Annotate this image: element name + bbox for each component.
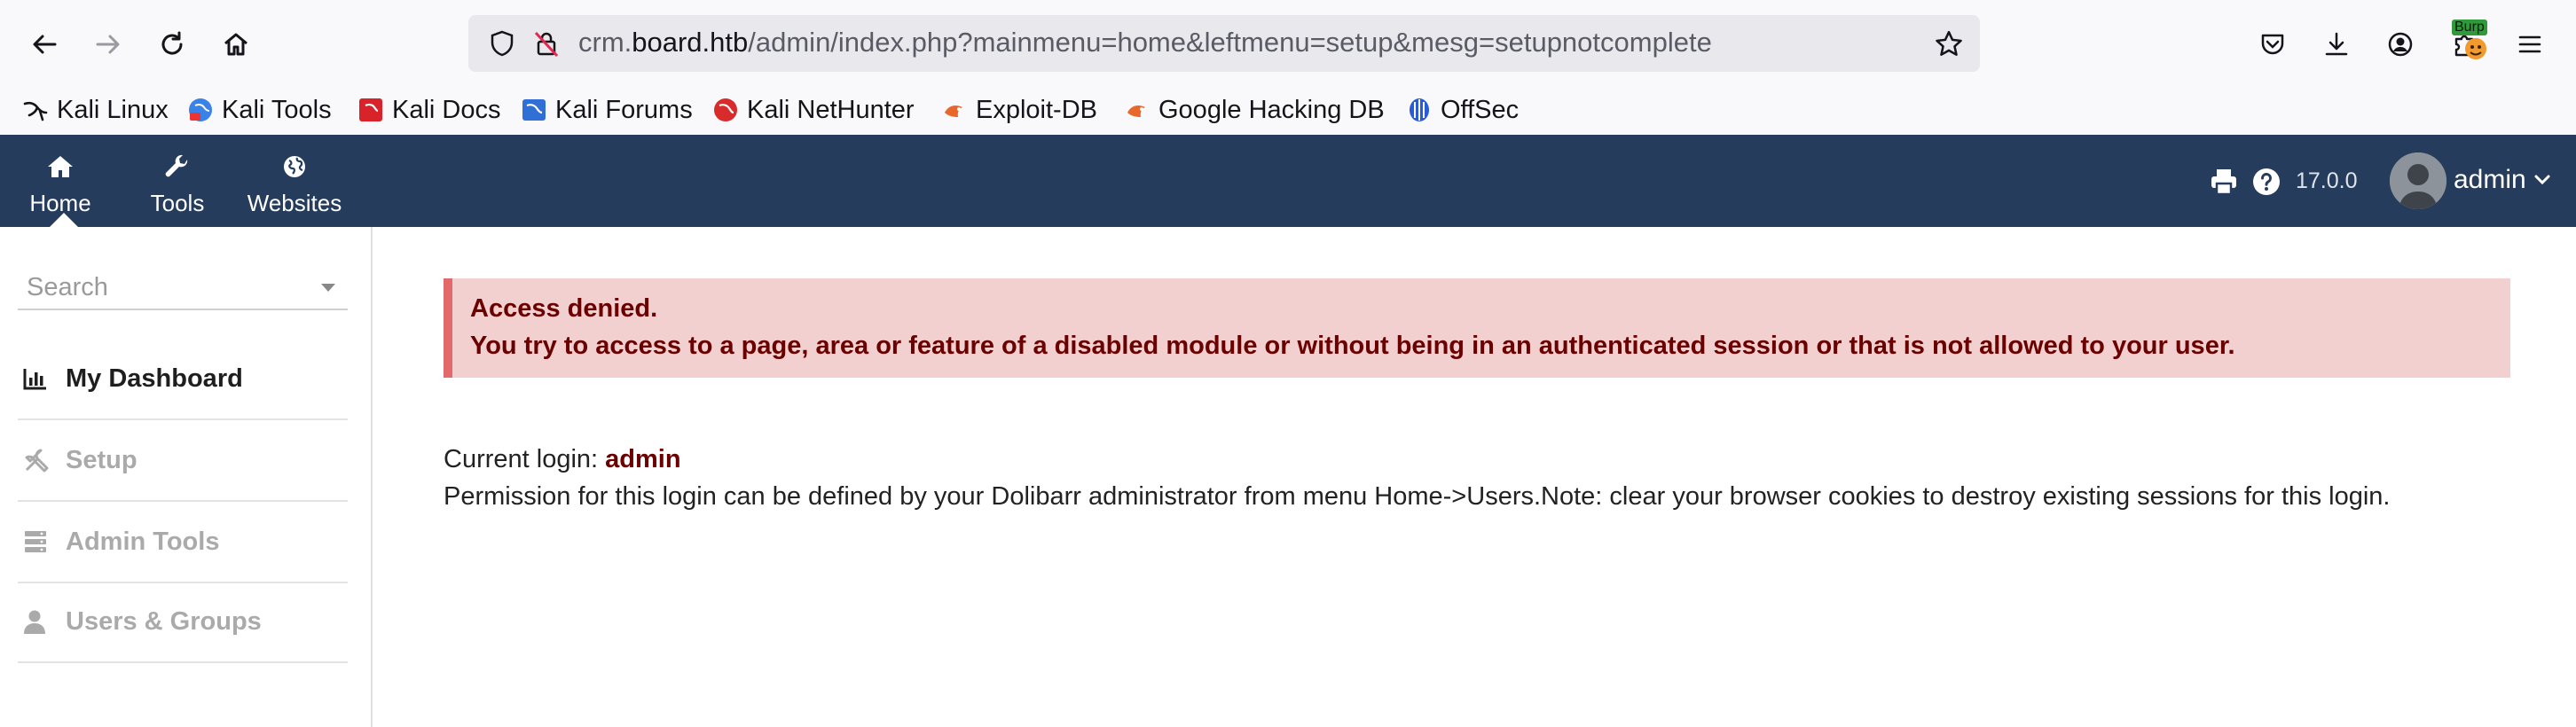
current-login-line: Current login: admin — [444, 445, 681, 474]
bookmark-star-icon[interactable] — [1934, 29, 1964, 59]
kali-docs-icon — [357, 96, 385, 124]
bookmark-label: Kali Linux — [57, 95, 169, 124]
user-name[interactable]: admin — [2454, 165, 2526, 195]
bookmark-label: Kali Tools — [222, 95, 332, 124]
bookmark-label: OffSec — [1441, 95, 1520, 124]
url-host: board.htb — [632, 27, 749, 58]
kali-nethunter-icon — [711, 96, 740, 124]
topmenu-label: Websites — [247, 190, 342, 216]
bookmark-kali-linux[interactable]: Kali Linux — [21, 90, 169, 129]
app-menu-button[interactable] — [2501, 16, 2558, 73]
error-alert: Access denied. You try to access to a pa… — [444, 278, 2510, 378]
browser-toolbar: crm.board.htb/admin/index.php?mainmenu=h… — [0, 0, 2576, 87]
bookmarks-bar: Kali Linux Kali Tools Kali Docs Kali For… — [0, 87, 2576, 137]
account-button[interactable] — [2372, 16, 2429, 73]
burp-face-icon — [2465, 38, 2486, 59]
sidebar-item-label: My Dashboard — [66, 364, 243, 393]
offsec-icon — [1405, 96, 1433, 124]
ghdb-icon — [1123, 96, 1151, 124]
pocket-button[interactable] — [2244, 16, 2301, 73]
sidebar-item-label: Users & Groups — [66, 606, 262, 636]
downloads-button[interactable] — [2308, 16, 2365, 73]
reload-icon — [161, 31, 183, 55]
bookmark-label: Kali NetHunter — [747, 95, 915, 124]
kali-tools-icon — [186, 96, 215, 124]
house-icon — [224, 33, 247, 56]
alert-title: Access denied. — [470, 294, 658, 323]
dropdown-caret-icon[interactable] — [321, 284, 335, 292]
bookmark-kali-nethunter[interactable]: Kali NetHunter — [711, 90, 915, 129]
user-avatar-icon — [2390, 152, 2446, 209]
exploit-db-icon — [940, 96, 969, 124]
bookmark-google-hacking-db[interactable]: Google Hacking DB — [1123, 90, 1385, 129]
sidebar-item-my-dashboard[interactable]: My Dashboard — [18, 339, 348, 420]
back-button[interactable] — [16, 16, 73, 73]
arrow-left-icon — [33, 35, 57, 54]
burp-badge: Burp — [2452, 20, 2487, 35]
arrow-right-icon — [96, 35, 120, 54]
home-page-button[interactable] — [208, 16, 264, 73]
avatar[interactable] — [2390, 152, 2446, 209]
download-icon — [2325, 32, 2348, 56]
topmenu-websites[interactable]: Websites — [241, 135, 348, 227]
home-icon — [47, 152, 74, 181]
url-path: /admin/index.php?mainmenu=home&leftmenu=… — [748, 27, 1712, 58]
insecure-lock-icon — [534, 31, 559, 58]
bookmark-kali-tools[interactable]: Kali Tools — [186, 90, 332, 129]
forward-button[interactable] — [80, 16, 137, 73]
topmenu-tools[interactable]: Tools — [140, 135, 215, 227]
sidebar-item-label: Admin Tools — [66, 527, 220, 556]
sidebar-item-admin-tools[interactable]: Admin Tools — [18, 502, 348, 583]
bookmark-offsec[interactable]: OffSec — [1405, 90, 1519, 129]
help-icon[interactable] — [2251, 167, 2281, 197]
tools-icon — [18, 447, 59, 473]
wrench-icon — [164, 152, 191, 181]
app-topbar: Home Tools Websites — [0, 135, 2576, 227]
active-menu-indicator — [50, 213, 78, 227]
kali-forums-icon — [520, 96, 548, 124]
search-input[interactable]: Search — [18, 264, 348, 310]
version-label: 17.0.0 — [2296, 168, 2358, 193]
pocket-icon — [2261, 34, 2284, 55]
sidebar-item-label: Setup — [66, 445, 137, 474]
search-placeholder: Search — [27, 273, 108, 301]
print-icon[interactable] — [2209, 167, 2239, 197]
kali-dragon-icon — [21, 96, 50, 124]
globe-icon — [281, 152, 308, 181]
topmenu-label: Tools — [150, 190, 205, 216]
url-bar[interactable]: crm.board.htb/admin/index.php?mainmenu=h… — [468, 15, 1980, 72]
bookmark-label: Kali Docs — [392, 95, 501, 124]
sidebar-item-setup[interactable]: Setup — [18, 420, 348, 502]
bookmark-label: Kali Forums — [555, 95, 693, 124]
url-prefix: crm. — [578, 27, 632, 58]
reload-button[interactable] — [144, 16, 200, 73]
sidebar: Search My Dashboard Setup Admin Tools Us… — [0, 227, 373, 727]
alert-message: You try to access to a page, area or fea… — [470, 332, 2235, 360]
current-login-label: Current login: — [444, 445, 606, 473]
hamburger-icon — [2518, 35, 2541, 53]
bookmark-kali-docs[interactable]: Kali Docs — [357, 90, 501, 129]
chevron-down-icon[interactable] — [2533, 174, 2551, 186]
permission-note: Permission for this login can be defined… — [444, 482, 2391, 511]
chart-bar-icon — [18, 367, 59, 390]
sidebar-item-users-groups[interactable]: Users & Groups — [18, 582, 348, 663]
user-icon — [18, 609, 59, 634]
server-icon — [18, 529, 59, 554]
account-icon — [2388, 32, 2413, 57]
bookmark-label: Google Hacking DB — [1158, 95, 1385, 124]
shield-icon — [491, 30, 514, 57]
current-login-user: admin — [605, 445, 681, 473]
bookmark-kali-forums[interactable]: Kali Forums — [520, 90, 693, 129]
url-text[interactable]: crm.board.htb/admin/index.php?mainmenu=h… — [578, 27, 1712, 59]
bookmark-exploit-db[interactable]: Exploit-DB — [940, 90, 1097, 129]
burp-extension[interactable]: Burp — [2448, 16, 2505, 73]
bookmark-label: Exploit-DB — [976, 95, 1097, 124]
